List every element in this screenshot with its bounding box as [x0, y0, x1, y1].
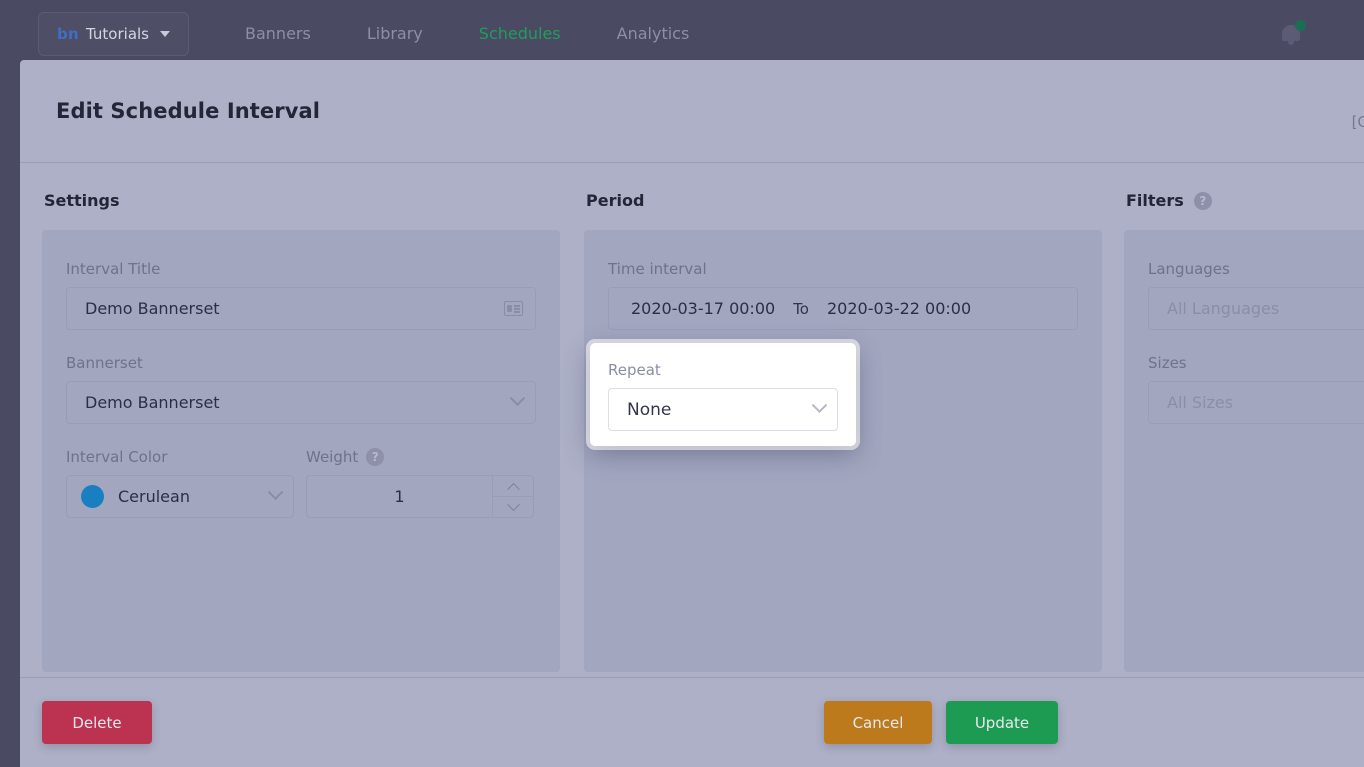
- bannerset-label: Bannerset: [66, 354, 143, 372]
- nav-item-schedules[interactable]: Schedules: [451, 24, 589, 43]
- settings-column: Settings Interval Title Demo Bannerset B…: [20, 191, 562, 715]
- weight-stepper-buttons: [492, 475, 534, 518]
- interval-title-value: Demo Bannerset: [85, 299, 220, 318]
- sizes-select[interactable]: All Sizes: [1148, 381, 1364, 424]
- workspace-name: Tutorials: [86, 24, 149, 43]
- period-panel: Time interval 2020-03-17 00:00 To 2020-0…: [584, 230, 1102, 672]
- repeat-value: None: [627, 399, 672, 420]
- weight-increment-button[interactable]: [493, 476, 533, 496]
- interval-color-value: Cerulean: [118, 487, 190, 506]
- settings-panel: Interval Title Demo Bannerset Bannerset …: [42, 230, 560, 672]
- top-navbar: bn Tutorials Banners Library Schedules A…: [0, 0, 1364, 67]
- interval-title-field: Interval Title Demo Bannerset: [66, 260, 536, 330]
- interval-title-label: Interval Title: [66, 260, 161, 278]
- interval-color-field: Interval Color Cerulean: [66, 448, 294, 518]
- modal-footer: Delete Cancel Update: [20, 677, 1364, 767]
- languages-select[interactable]: All Languages: [1148, 287, 1364, 330]
- color-swatch: [81, 485, 104, 508]
- main-nav: Banners Library Schedules Analytics: [217, 24, 717, 43]
- sizes-label: Sizes: [1148, 354, 1187, 372]
- settings-heading: Settings: [42, 191, 562, 210]
- color-weight-row: Interval Color Cerulean Weight ? 1: [66, 448, 536, 518]
- update-button[interactable]: Update: [946, 701, 1058, 744]
- delete-button[interactable]: Delete: [42, 701, 152, 744]
- interval-color-label: Interval Color: [66, 448, 168, 466]
- bannerset-value: Demo Bannerset: [85, 393, 220, 412]
- filters-column: Filters ? Languages All Languages Sizes …: [1102, 191, 1364, 715]
- chevron-down-icon: [160, 30, 170, 37]
- interval-title-input[interactable]: Demo Bannerset: [66, 287, 536, 330]
- weight-stepper[interactable]: 1: [306, 475, 534, 518]
- filters-panel: Languages All Languages Sizes All Sizes: [1124, 230, 1364, 672]
- repeat-label: Repeat: [608, 361, 661, 379]
- chevron-down-icon: [267, 484, 284, 501]
- time-interval-separator: To: [793, 299, 809, 318]
- weight-label-row: Weight ?: [306, 448, 534, 466]
- time-interval-start[interactable]: 2020-03-17 00:00: [631, 299, 775, 318]
- cancel-button[interactable]: Cancel: [824, 701, 932, 744]
- footer-actions: Cancel Update: [824, 701, 1058, 744]
- filters-heading: Filters ?: [1124, 191, 1364, 210]
- time-interval-field: Time interval 2020-03-17 00:00 To 2020-0…: [608, 260, 1078, 330]
- modal-header: Edit Schedule Interval [GM: [20, 60, 1364, 163]
- chevron-down-icon: [811, 397, 828, 414]
- time-interval-end[interactable]: 2020-03-22 00:00: [827, 299, 971, 318]
- time-interval-input[interactable]: 2020-03-17 00:00 To 2020-03-22 00:00: [608, 287, 1078, 330]
- edit-schedule-interval-modal: Edit Schedule Interval [GM Settings Inte…: [20, 60, 1364, 767]
- sizes-placeholder: All Sizes: [1167, 393, 1234, 412]
- weight-decrement-button[interactable]: [493, 496, 533, 517]
- period-column: Period Time interval 2020-03-17 00:00 To…: [562, 191, 1102, 715]
- chevron-down-icon: [506, 497, 520, 511]
- workspace-switcher[interactable]: bn Tutorials: [38, 11, 189, 56]
- weight-value[interactable]: 1: [306, 475, 492, 518]
- page-title: Edit Schedule Interval: [56, 99, 321, 123]
- chevron-down-icon: [509, 390, 526, 407]
- nav-item-library[interactable]: Library: [339, 24, 451, 43]
- settings-heading-label: Settings: [44, 191, 120, 210]
- interval-color-select[interactable]: Cerulean: [66, 475, 294, 518]
- help-icon[interactable]: ?: [1193, 191, 1212, 210]
- brand-logo-bn: bn: [57, 24, 80, 43]
- period-heading-label: Period: [586, 191, 645, 210]
- weight-label: Weight: [306, 448, 359, 466]
- help-icon[interactable]: ?: [366, 448, 385, 466]
- timezone-label: [GM: [1351, 113, 1364, 131]
- repeat-select[interactable]: None: [608, 388, 838, 431]
- notifications-button[interactable]: [1278, 19, 1308, 49]
- languages-placeholder: All Languages: [1167, 299, 1280, 318]
- repeat-popover: Repeat None: [590, 343, 856, 446]
- time-interval-label: Time interval: [608, 260, 707, 278]
- languages-label: Languages: [1148, 260, 1230, 278]
- nav-item-analytics[interactable]: Analytics: [589, 24, 718, 43]
- id-card-icon[interactable]: [504, 301, 523, 316]
- languages-field: Languages All Languages: [1148, 260, 1364, 330]
- nav-item-banners[interactable]: Banners: [217, 24, 339, 43]
- filters-heading-label: Filters: [1126, 191, 1184, 210]
- notification-badge: [1295, 19, 1306, 31]
- sizes-field: Sizes All Sizes: [1148, 354, 1364, 424]
- period-heading: Period: [584, 191, 1102, 210]
- bannerset-field: Bannerset Demo Bannerset: [66, 354, 536, 424]
- weight-field: Weight ? 1: [306, 448, 534, 518]
- chevron-up-icon: [506, 482, 520, 496]
- bannerset-select[interactable]: Demo Bannerset: [66, 381, 536, 424]
